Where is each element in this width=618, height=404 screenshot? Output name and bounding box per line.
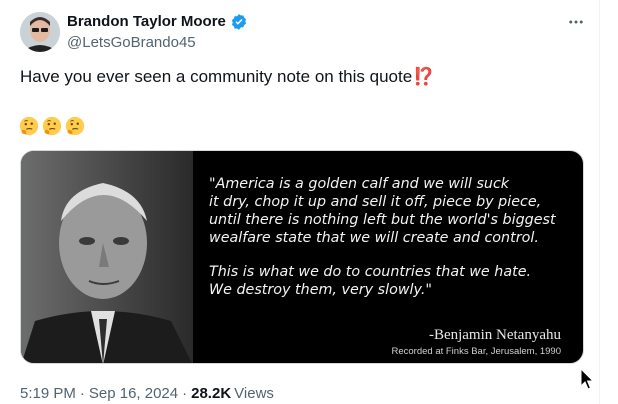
verified-badge-icon (231, 14, 246, 30)
thinking-face-icon (42, 116, 62, 136)
tweet-text-body: Have you ever seen a community note on t… (20, 67, 413, 86)
more-options-button[interactable] (566, 12, 586, 32)
tweet-meta: 5:19 PM · Sep 16, 2024 · 28.2K Views (20, 384, 274, 404)
mouse-cursor-icon (580, 368, 594, 390)
portrait-photo-icon (21, 151, 193, 363)
media-quote-part1: "America is a golden calf and we will su… (209, 176, 556, 246)
author-handle[interactable]: @LetsGoBrando45 (67, 33, 196, 53)
views-count: 28.2K (191, 385, 232, 402)
tweet-card: Brandon Taylor Moore @LetsGoBrando45 Hav… (0, 0, 600, 404)
views-label: Views (234, 385, 274, 402)
tweet-text: Have you ever seen a community note on t… (20, 66, 434, 88)
tweet-date[interactable]: Sep 16, 2024 (89, 384, 178, 404)
media-quote-part2: This is what we do to countries that we … (209, 264, 532, 298)
more-dots-icon (569, 20, 583, 24)
meta-separator: · (182, 385, 188, 402)
thinking-face-icon (65, 116, 85, 136)
author-name[interactable]: Brandon Taylor Moore (67, 12, 226, 32)
tweet-media-image[interactable]: "America is a golden calf and we will su… (20, 150, 584, 364)
media-recorded-note: Recorded at Finks Bar, Jerusalem, 1990 (391, 346, 561, 357)
emoji-line (18, 115, 86, 137)
author-avatar[interactable] (20, 12, 60, 52)
tweet-time[interactable]: 5:19 PM (20, 384, 76, 404)
thinking-face-icon (19, 116, 39, 136)
author-name-row[interactable]: Brandon Taylor Moore (67, 12, 248, 32)
interrobang-emoji: ⁉️ (413, 67, 435, 86)
avatar-photo-icon (20, 12, 60, 52)
meta-separator: · (79, 385, 85, 402)
media-attribution: -Benjamin Netanyahu (428, 327, 561, 343)
